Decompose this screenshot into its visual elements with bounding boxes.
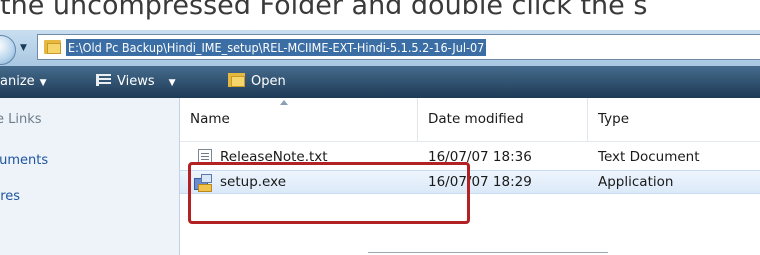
favorite-links-heading: e Links (0, 112, 42, 127)
sort-ascending-icon (280, 100, 288, 105)
open-button[interactable]: Open (228, 66, 286, 98)
command-toolbar: anize ▼ Views ▼ Open (0, 66, 760, 98)
column-header-date-modified[interactable]: Date modified (418, 98, 588, 142)
views-label: Views (117, 74, 155, 89)
tooltip-edge (368, 252, 608, 253)
column-label: Type (598, 111, 630, 127)
chevron-down-icon: ▼ (39, 78, 47, 88)
address-band: ▼ E:\Old Pc Backup\Hindi_IME_setup\REL-M… (0, 30, 760, 66)
address-path[interactable]: E:\Old Pc Backup\Hindi_IME_setup\REL-MCI… (66, 39, 487, 56)
nav-item-pictures[interactable]: ures (0, 189, 20, 204)
column-label: Name (190, 111, 230, 127)
address-bar[interactable]: E:\Old Pc Backup\Hindi_IME_setup\REL-MCI… (37, 34, 760, 60)
forward-button[interactable] (0, 35, 16, 65)
folder-icon (44, 40, 61, 54)
header-divider (180, 141, 760, 142)
column-header-type[interactable]: Type (588, 98, 760, 142)
file-type: Text Document (598, 149, 700, 165)
chevron-down-icon: ▼ (168, 78, 176, 88)
history-dropdown-icon[interactable]: ▼ (20, 43, 30, 53)
views-icon (96, 74, 111, 86)
navigation-pane: e Links cuments ures (0, 98, 180, 255)
column-header-name[interactable]: Name (180, 98, 418, 142)
folder-open-icon (228, 73, 245, 87)
annotation-highlight-box (188, 162, 470, 224)
views-button[interactable]: Views ▼ (96, 66, 176, 98)
open-label: Open (251, 74, 286, 89)
nav-item-documents[interactable]: cuments (0, 153, 48, 168)
organize-label: anize (0, 74, 35, 89)
instruction-caption: the uncompressed Folder and double click… (0, 0, 648, 21)
file-type: Application (598, 174, 674, 190)
organize-button[interactable]: anize ▼ (0, 66, 47, 98)
column-label: Date modified (428, 111, 524, 127)
